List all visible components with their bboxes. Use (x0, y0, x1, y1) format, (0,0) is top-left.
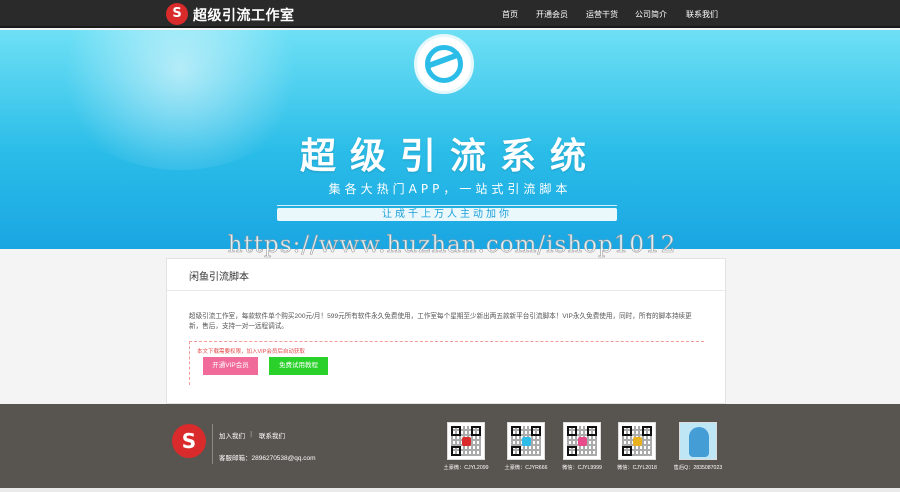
download-permission-tip: 本文下载需要权限，加入VIP会员后自动获取 (197, 349, 305, 355)
nav-home[interactable]: 首页 (502, 9, 518, 20)
product-title: 闲鱼引流脚本 (189, 272, 249, 283)
hero-banner: 超级引流系统 集各大热门APP，一站式引流脚本 让成千上万人主动加你 (0, 30, 900, 249)
nav-membership[interactable]: 开通会员 (536, 9, 568, 20)
footer-logo-icon: S (172, 424, 206, 458)
qr-label: 土豪微：CJYL2099 (443, 465, 489, 471)
nav-contact[interactable]: 联系我们 (686, 9, 718, 20)
product-description: 超级引流工作室，每款软件单个购买200元/月！599元所有软件永久免费使用，工作… (189, 313, 692, 330)
footer-contact-link[interactable]: 联系我们 (259, 430, 285, 440)
download-box: 本文下载需要权限，加入VIP会员后自动获取 开通VIP会员 免费试用教程 (189, 341, 704, 385)
hero-divider (277, 205, 617, 206)
qr-label: 土豪微：CJYR666 (504, 465, 548, 471)
studio-name[interactable]: 超级引流工作室 (193, 5, 295, 25)
nav-about[interactable]: 公司简介 (635, 9, 667, 20)
hero-cta-button[interactable]: 让成千上万人主动加你 (277, 208, 617, 221)
after-sales-avatar-icon (679, 422, 717, 460)
free-trial-button[interactable]: 免费试用教程 (269, 357, 328, 375)
footer-link-divider: | (250, 430, 253, 438)
footer-separator (212, 424, 213, 464)
hero-title: 超级引流系统 (299, 136, 600, 177)
top-navigation-bar: S 超级引流工作室 首页 开通会员 运营干货 公司简介 联系我们 (0, 0, 900, 28)
studio-logo-icon[interactable]: S (166, 3, 188, 25)
product-card: 闲鱼引流脚本 超级引流工作室，每款软件单个购买200元/月！599元所有软件永久… (166, 258, 727, 404)
nav-operations[interactable]: 运营干货 (586, 9, 618, 20)
qr-code-icon (618, 422, 656, 460)
qr-code-icon (447, 422, 485, 460)
footer: S 加入我们 | 联系我们 客服邮箱：2896270538@qq.com 土豪微… (0, 404, 900, 488)
hero-subtitle: 集各大热门APP，一站式引流脚本 (328, 182, 572, 196)
hero-logo-icon (414, 34, 474, 94)
bottom-strip (0, 488, 900, 492)
card-divider (167, 290, 727, 291)
qr-label: 微信：CJYL2018 (617, 465, 657, 471)
qr-code-icon (507, 422, 545, 460)
footer-email: 客服邮箱：2896270538@qq.com (219, 455, 316, 462)
footer-join-link[interactable]: 加入我们 (219, 430, 245, 440)
qr-label: 售后Q：2835087023 (673, 465, 723, 471)
qr-code-icon (563, 422, 601, 460)
qr-label: 微信：CJYL9999 (562, 465, 602, 471)
open-vip-button[interactable]: 开通VIP会员 (203, 357, 258, 375)
watermark-url: https://www.huzhan.com/ishop1012 (227, 232, 677, 259)
